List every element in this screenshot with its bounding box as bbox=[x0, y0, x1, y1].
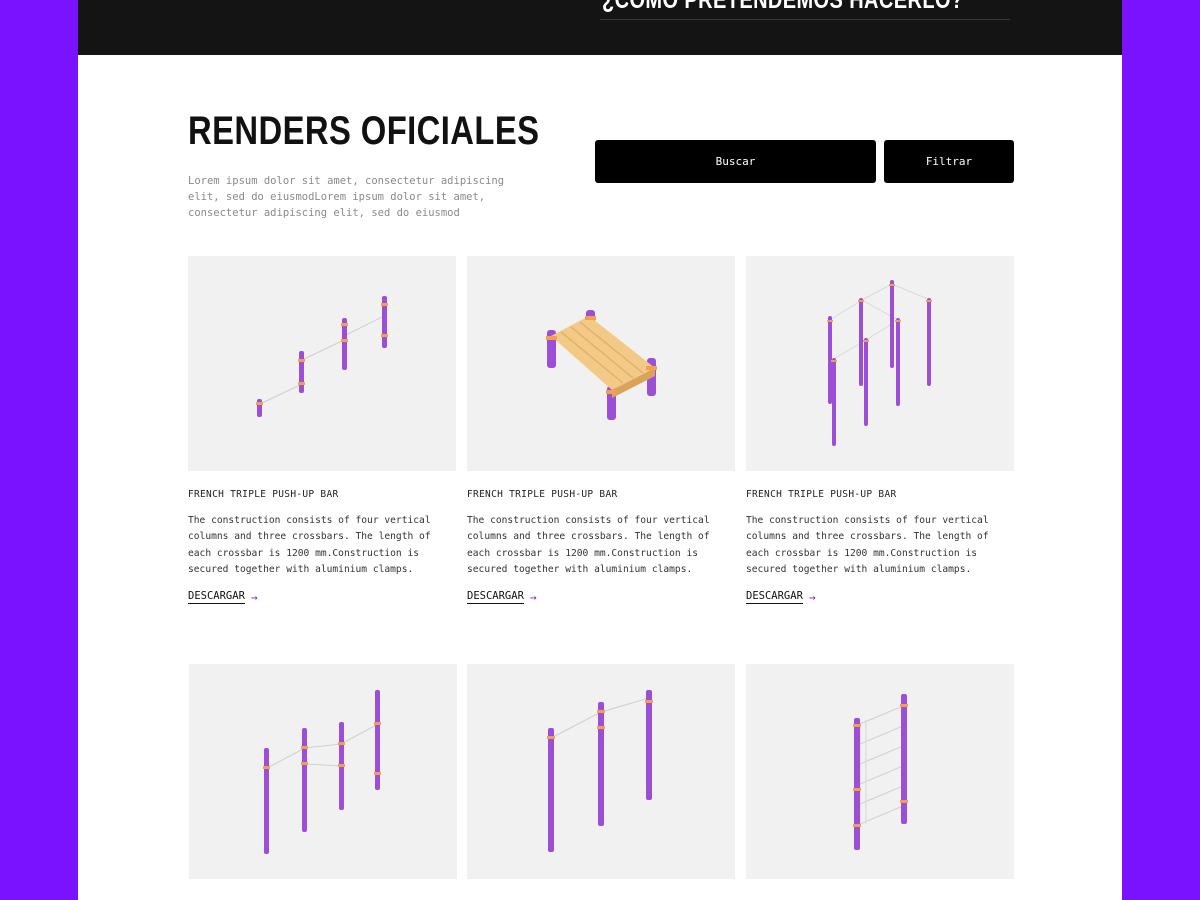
download-link-label: DESCARGAR bbox=[467, 590, 524, 605]
arrow-right-icon: → bbox=[529, 590, 537, 604]
card-title: FRENCH TRIPLE PUSH-UP BAR bbox=[746, 489, 897, 500]
render-card bbox=[189, 664, 457, 879]
render-card: FRENCH TRIPLE PUSH-UP BAR The constructi… bbox=[467, 256, 735, 605]
render-card bbox=[467, 664, 735, 879]
section-description: Lorem ipsum dolor sit amet, consectetur … bbox=[188, 175, 505, 219]
render-image-quad-bars[interactable] bbox=[189, 664, 457, 879]
download-link[interactable]: DESCARGAR → bbox=[188, 590, 258, 605]
ladder-render bbox=[853, 694, 908, 850]
arrow-right-icon: → bbox=[808, 590, 816, 604]
bench-render bbox=[546, 310, 657, 420]
download-link[interactable]: DESCARGAR → bbox=[467, 590, 537, 605]
card-title: FRENCH TRIPLE PUSH-UP BAR bbox=[188, 489, 339, 500]
render-image-bench[interactable] bbox=[467, 256, 735, 471]
download-link-label: DESCARGAR bbox=[188, 590, 245, 605]
quad-bars-render bbox=[263, 690, 381, 854]
card-description: The construction consists of four vertic… bbox=[746, 515, 989, 575]
search-button[interactable]: Buscar bbox=[595, 140, 876, 183]
download-link-label: DESCARGAR bbox=[746, 590, 803, 605]
top-header-bar: ¿CÓMO PRETENDEMOS HACERLO? bbox=[78, 0, 1122, 55]
header-title: ¿CÓMO PRETENDEMOS HACERLO? bbox=[602, 0, 964, 14]
pull-up-station-render bbox=[827, 280, 932, 446]
filter-button[interactable]: Filtrar bbox=[884, 140, 1014, 183]
section-title: RENDERS OFICIALES bbox=[188, 109, 540, 153]
header-divider bbox=[600, 19, 1010, 20]
render-card bbox=[746, 664, 1014, 879]
double-pull-up-render bbox=[547, 690, 653, 852]
render-card: FRENCH TRIPLE PUSH-UP BAR The constructi… bbox=[188, 256, 456, 605]
page-container: ¿CÓMO PRETENDEMOS HACERLO? RENDERS OFICI… bbox=[78, 0, 1122, 900]
card-title: FRENCH TRIPLE PUSH-UP BAR bbox=[467, 489, 618, 500]
push-up-bars-render bbox=[256, 296, 388, 417]
render-image-double-pull-up[interactable] bbox=[467, 664, 735, 879]
render-card: FRENCH TRIPLE PUSH-UP BAR The constructi… bbox=[746, 256, 1014, 605]
download-link[interactable]: DESCARGAR → bbox=[746, 590, 816, 605]
card-description: The construction consists of four vertic… bbox=[188, 515, 431, 575]
arrow-right-icon: → bbox=[250, 590, 258, 604]
render-image-pull-up-station[interactable] bbox=[746, 256, 1014, 471]
card-description: The construction consists of four vertic… bbox=[467, 515, 710, 575]
render-image-push-up-bars[interactable] bbox=[188, 256, 456, 471]
render-image-ladder[interactable] bbox=[746, 664, 1014, 879]
